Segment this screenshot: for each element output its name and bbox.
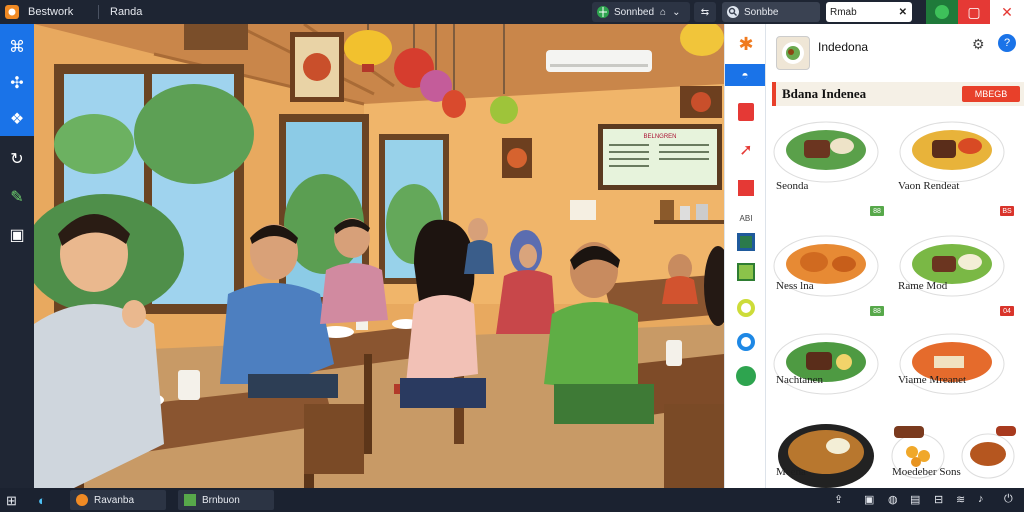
edge-icon[interactable]: ◐ <box>38 493 46 508</box>
text-tool-icon[interactable]: ABI <box>734 206 758 230</box>
food-item-label[interactable]: Meena <box>776 466 806 478</box>
taskbar-app-2-label: Brnbuon <box>202 494 240 506</box>
food-grid-image <box>773 121 1016 488</box>
extension-icon[interactable]: ✱ <box>734 32 758 56</box>
active-app-icon[interactable]: ◓ <box>725 64 765 86</box>
title-divider <box>98 5 99 19</box>
left-toolbar: ⌘ ✣ ❖ ↻ ✎ ▣ <box>0 24 34 488</box>
share-icon[interactable]: ⇆ <box>694 2 716 22</box>
app-orange-icon <box>76 494 88 506</box>
menu-board-title: BELNGREN <box>643 134 676 140</box>
wifi-icon[interactable]: ≋ <box>956 493 965 506</box>
tab-selector[interactable]: Sonnbed ⌂ ⌄ <box>592 2 690 22</box>
sheet-icon[interactable] <box>734 260 758 284</box>
app-dock: ✱ ◓ ➚ ABI <box>724 24 766 488</box>
section-title: Bdana Indenea <box>782 86 867 101</box>
restaurant-panel: Indedona ⚙ ? Bdana Indenea MBEGB 88 BS 8… <box>766 24 1024 488</box>
food-item-label[interactable]: Rame Mod <box>898 280 947 292</box>
chat-icon[interactable] <box>734 330 758 354</box>
taskbar-app-2[interactable]: Brnbuon <box>178 490 274 510</box>
upload-icon[interactable]: ⇪ <box>834 493 843 506</box>
taskbar-app-1-label: Ravanba <box>94 494 135 506</box>
app-green-icon <box>184 494 196 506</box>
restaurant-scene-image: BELNGREN <box>34 24 724 488</box>
app-logo-icon[interactable] <box>4 0 20 24</box>
bag-icon[interactable]: ▣ <box>2 220 32 250</box>
food-item-label[interactable]: Seonda <box>776 180 808 192</box>
minimize-button[interactable] <box>926 0 958 24</box>
item-badge: 88 <box>870 306 884 316</box>
search-pill-label: Sonbbe <box>744 6 779 18</box>
square-app-icon[interactable] <box>734 230 758 254</box>
whatsapp-icon <box>935 5 949 19</box>
close-tab-icon[interactable]: ✕ <box>899 7 907 18</box>
address-input[interactable]: Rmab ✕ <box>826 2 912 22</box>
ring-icon[interactable] <box>734 296 758 320</box>
section-badge[interactable]: MBEGB <box>962 86 1020 102</box>
home-icon[interactable]: ⌂ <box>660 7 666 18</box>
grid-icon[interactable]: ⊟ <box>934 493 943 506</box>
food-item-label[interactable]: Viame Mreanet <box>898 374 966 386</box>
address-value: Rmab <box>830 6 857 18</box>
cursor-tool-icon[interactable]: ⌘ <box>2 32 32 62</box>
maximize-button[interactable]: ▢ <box>958 0 990 24</box>
notification-icon[interactable]: ▤ <box>910 493 920 506</box>
food-item-label[interactable]: Ness lna <box>776 280 814 292</box>
title-bar: Bestwork Randa Sonnbed ⌂ ⌄ ⇆ Sonbbe Rmab… <box>0 0 1024 24</box>
phone-icon[interactable] <box>734 364 758 388</box>
document-name: Randa <box>110 6 143 18</box>
search-icon <box>726 5 740 19</box>
item-badge: 88 <box>870 206 884 216</box>
globe-tray-icon[interactable]: ◍ <box>888 493 898 506</box>
taskbar-app-1[interactable]: Ravanba <box>70 490 166 510</box>
food-item-label[interactable]: Moedeber Sons <box>892 466 961 478</box>
taskbar: ⊞ ◐ Ravanba Brnbuon ⇪ ▣ ◍ ▤ ⊟ ≋ ♪ ⏻ <box>0 488 1024 512</box>
flag-icon[interactable] <box>734 176 758 200</box>
chevron-down-icon[interactable]: ⌄ <box>672 7 680 18</box>
power-icon[interactable]: ⏻ <box>1004 493 1013 506</box>
globe-icon <box>596 5 610 19</box>
restaurant-logo <box>776 36 810 70</box>
layers-icon[interactable]: ❖ <box>2 104 32 134</box>
app-name: Bestwork <box>28 6 74 18</box>
item-badge: 04 <box>1000 306 1014 316</box>
help-icon[interactable]: ? <box>998 34 1016 52</box>
refresh-icon[interactable]: ↻ <box>2 144 32 174</box>
tray-app-icon[interactable]: ▣ <box>864 493 874 506</box>
close-button[interactable]: ✕ <box>990 0 1024 24</box>
puzzle-icon[interactable]: ✣ <box>2 68 32 98</box>
tab-label: Sonnbed <box>614 6 655 18</box>
panel-header-title: Indedona <box>818 40 869 54</box>
section-header: Bdana Indenea MBEGB <box>772 82 1024 106</box>
settings-icon[interactable]: ⚙ <box>972 36 985 53</box>
start-icon[interactable]: ⊞ <box>6 493 17 509</box>
food-item-label[interactable]: Nachtanen <box>776 374 823 386</box>
leaf-icon[interactable]: ✎ <box>2 182 32 212</box>
pin-icon[interactable]: ➚ <box>734 138 758 162</box>
notebook-icon[interactable] <box>734 100 758 124</box>
search-pill[interactable]: Sonbbe <box>722 2 820 22</box>
volume-icon[interactable]: ♪ <box>978 493 984 505</box>
item-badge: BS <box>1000 206 1014 216</box>
food-item-label[interactable]: Vaon Rendeat <box>898 180 959 192</box>
